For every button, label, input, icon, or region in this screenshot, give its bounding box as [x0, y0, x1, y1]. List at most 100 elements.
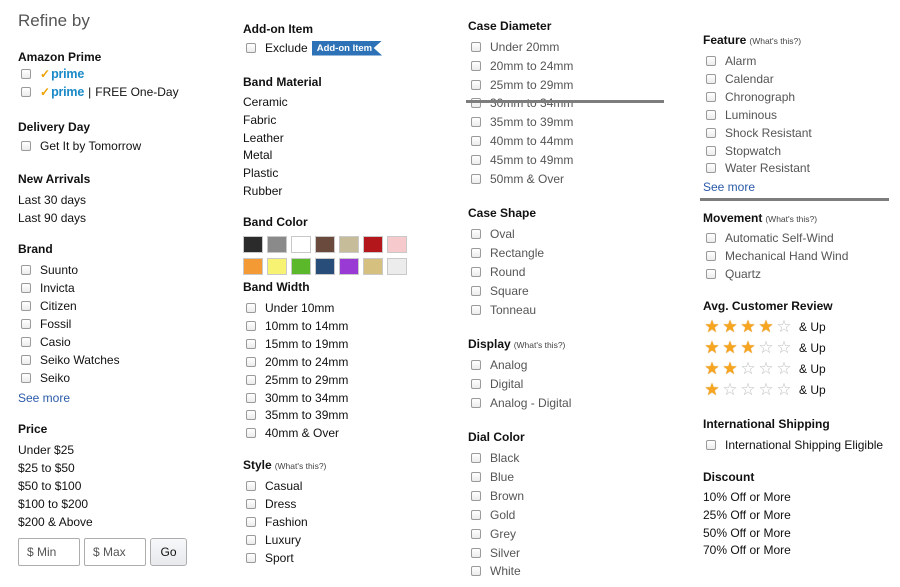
checkbox[interactable] — [471, 398, 481, 408]
filter-option[interactable]: Analog - Digital — [471, 395, 571, 411]
whats-this-link[interactable]: (What's this?) — [749, 36, 801, 46]
filter-option[interactable]: 20mm to 24mm — [471, 58, 573, 74]
checkbox[interactable] — [21, 301, 31, 311]
prime-filter[interactable]: ✓ prime — [21, 66, 84, 82]
checkbox[interactable] — [471, 79, 481, 90]
checkbox[interactable] — [706, 163, 716, 174]
checkbox[interactable] — [21, 141, 31, 151]
checkbox[interactable] — [246, 43, 256, 53]
checkbox[interactable] — [706, 440, 716, 450]
filter-option[interactable]: Grey — [471, 526, 516, 542]
checkbox[interactable] — [471, 229, 481, 239]
filter-option[interactable]: Invicta — [21, 280, 75, 296]
checkbox[interactable] — [246, 303, 256, 313]
filter-link[interactable]: Ceramic — [243, 95, 288, 109]
checkbox[interactable] — [471, 566, 481, 577]
checkbox[interactable] — [706, 56, 716, 66]
checkbox[interactable] — [471, 42, 481, 52]
color-swatch[interactable] — [363, 236, 383, 253]
filter-option[interactable]: Calendar — [706, 71, 774, 87]
filter-link[interactable]: Under $25 — [18, 443, 74, 457]
color-swatch[interactable] — [339, 258, 359, 275]
filter-option[interactable]: Citizen — [21, 298, 77, 314]
filter-option[interactable]: Round — [471, 264, 525, 280]
filter-option[interactable]: 25mm to 29mm — [471, 77, 573, 93]
new-arrivals-link[interactable]: Last 30 days — [18, 193, 86, 207]
filter-option[interactable]: Alarm — [706, 53, 756, 69]
rating-filter[interactable]: ★ ☆ ☆ ☆ ☆ & Up — [703, 381, 825, 399]
checkbox[interactable] — [21, 319, 31, 329]
filter-option[interactable]: Square — [471, 283, 529, 299]
filter-option[interactable]: Under 20mm — [471, 39, 559, 55]
filter-link[interactable]: Leather — [243, 131, 284, 145]
filter-option[interactable]: Seiko — [21, 370, 70, 386]
filter-option[interactable]: Analog — [471, 357, 527, 373]
filter-option[interactable]: Oval — [471, 226, 515, 242]
filter-option[interactable]: 10mm to 14mm — [246, 318, 348, 334]
filter-option[interactable]: Blue — [471, 469, 514, 485]
filter-option[interactable]: 15mm to 19mm — [246, 336, 348, 352]
addon-exclude-filter[interactable]: Exclude Add-on Item — [246, 40, 383, 56]
checkbox[interactable] — [471, 286, 481, 296]
checkbox[interactable] — [471, 60, 481, 71]
color-swatch[interactable] — [363, 258, 383, 275]
whats-this-link[interactable]: (What's this?) — [275, 461, 327, 471]
delivery-tomorrow-filter[interactable]: Get It by Tomorrow — [21, 138, 141, 154]
checkbox[interactable] — [246, 499, 256, 509]
checkbox[interactable] — [246, 535, 256, 545]
checkbox[interactable] — [471, 528, 481, 539]
checkbox[interactable] — [246, 338, 256, 349]
filter-option[interactable]: Rectangle — [471, 245, 544, 261]
filter-link[interactable]: 50% Off or More — [703, 526, 791, 540]
filter-option[interactable]: Fossil — [21, 316, 71, 332]
color-swatch[interactable] — [243, 258, 263, 275]
filter-option[interactable]: 40mm & Over — [246, 425, 339, 441]
color-swatch[interactable] — [267, 258, 287, 275]
filter-link[interactable]: $100 to $200 — [18, 497, 88, 511]
filter-link[interactable]: 25% Off or More — [703, 508, 791, 522]
filter-link[interactable]: Plastic — [243, 166, 278, 180]
filter-option[interactable]: Digital — [471, 376, 523, 392]
color-swatch[interactable] — [291, 236, 311, 253]
filter-link[interactable]: 70% Off or More — [703, 543, 791, 557]
filter-option[interactable]: Gold — [471, 507, 515, 523]
checkbox[interactable] — [471, 173, 481, 184]
checkbox[interactable] — [471, 453, 481, 463]
checkbox[interactable] — [246, 553, 256, 563]
checkbox[interactable] — [471, 490, 481, 501]
filter-option[interactable]: Brown — [471, 488, 524, 504]
filter-option[interactable]: 50mm & Over — [471, 171, 564, 187]
color-swatch[interactable] — [387, 236, 407, 253]
filter-option[interactable]: 30mm to 34mm — [246, 390, 348, 406]
checkbox[interactable] — [471, 379, 481, 389]
filter-option[interactable]: 35mm to 39mm — [246, 407, 348, 423]
filter-option[interactable]: Shock Resistant — [706, 125, 812, 141]
checkbox[interactable] — [471, 248, 481, 258]
checkbox[interactable] — [21, 337, 31, 347]
color-swatch[interactable] — [267, 236, 287, 253]
filter-option[interactable]: Quartz — [706, 266, 761, 282]
filter-link[interactable]: Fabric — [243, 113, 276, 127]
price-go-button[interactable]: Go — [150, 538, 187, 566]
checkbox[interactable] — [246, 392, 256, 403]
checkbox[interactable] — [706, 269, 716, 279]
checkbox[interactable] — [246, 356, 256, 367]
intl-shipping-filter[interactable]: International Shipping Eligible — [706, 437, 883, 453]
filter-option[interactable]: Fashion — [246, 514, 308, 530]
filter-link[interactable]: Rubber — [243, 184, 282, 198]
filter-option[interactable]: Stopwatch — [706, 143, 781, 159]
filter-option[interactable]: 35mm to 39mm — [471, 114, 573, 130]
filter-link[interactable]: $200 & Above — [18, 515, 93, 529]
color-swatch[interactable] — [315, 258, 335, 275]
filter-option[interactable]: Casual — [246, 478, 302, 494]
checkbox[interactable] — [706, 233, 716, 243]
filter-option[interactable]: Water Resistant — [706, 160, 810, 176]
checkbox[interactable] — [21, 355, 31, 365]
whats-this-link[interactable]: (What's this?) — [514, 340, 566, 350]
checkbox[interactable] — [706, 251, 716, 261]
checkbox[interactable] — [706, 91, 716, 102]
filter-link[interactable]: 10% Off or More — [703, 490, 791, 504]
filter-option[interactable]: Under 10mm — [246, 300, 334, 316]
rating-filter[interactable]: ★ ★ ☆ ☆ ☆ & Up — [703, 360, 825, 378]
filter-option[interactable]: White — [471, 563, 521, 579]
